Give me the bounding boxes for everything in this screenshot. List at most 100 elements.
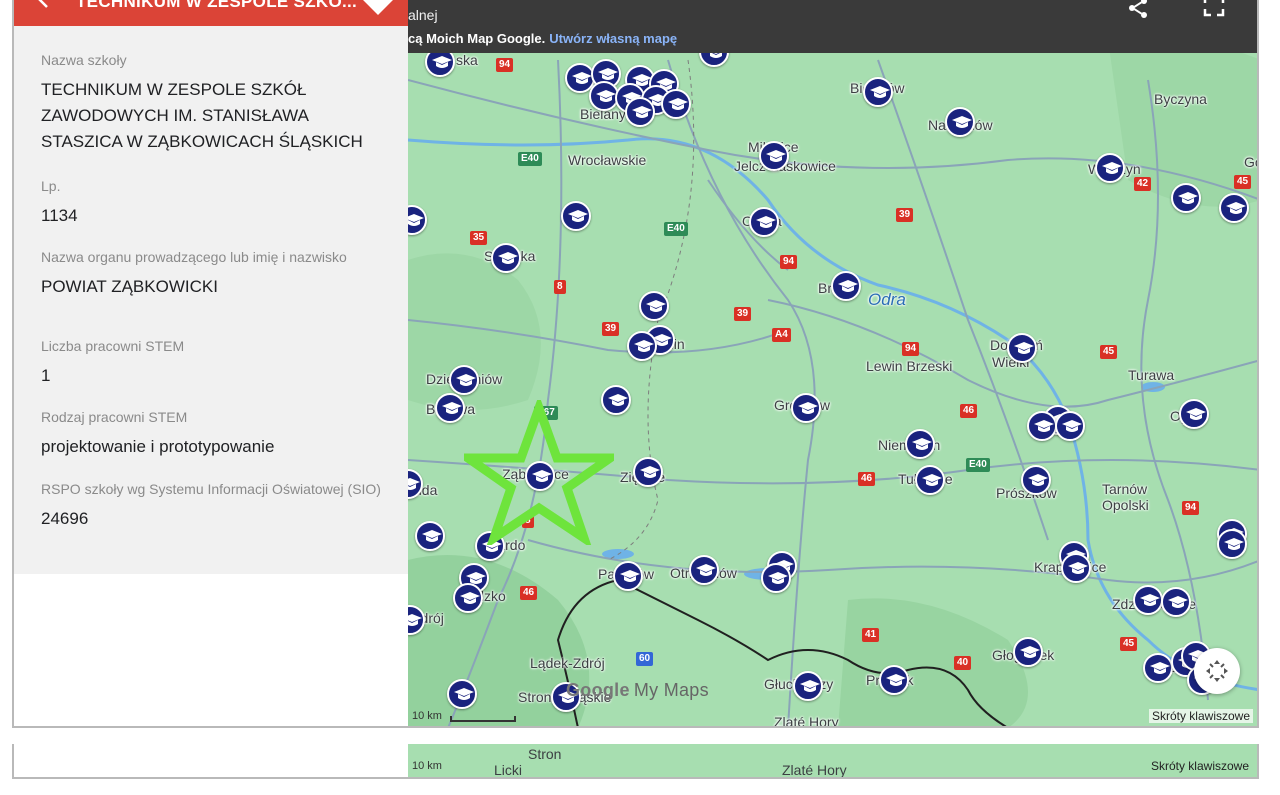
school-marker[interactable] [1219,193,1249,223]
google-my-maps-logo: Google My Maps [566,680,709,701]
place-label: Opolski [1102,497,1149,513]
map-base-layer [408,37,1257,726]
place-label: Turawa [1128,367,1175,383]
place-label: Wrocławskie [568,152,647,168]
school-marker[interactable] [793,671,823,701]
ghost-panel-strip [14,744,408,777]
school-marker[interactable] [1061,553,1091,583]
school-marker[interactable] [661,89,691,119]
graduation-cap-icon [952,116,972,128]
expand-arrows-icon [1206,660,1228,682]
graduation-cap-icon [432,56,452,68]
road-shield: 94 [496,58,514,72]
school-marker[interactable] [1027,411,1057,441]
road-shield: 35 [470,231,488,245]
map-top-bar: alnej cą Moich Map Google. Utwórz własną … [408,0,1257,53]
my-maps-promo: cą Moich Map Google. Utwórz własną mapę [408,31,677,46]
graduation-cap-icon [454,688,474,700]
graduation-cap-icon [1186,408,1206,420]
school-marker[interactable] [633,457,663,487]
school-marker[interactable] [689,555,719,585]
school-marker[interactable] [625,97,655,127]
share-icon[interactable] [1126,0,1150,20]
school-marker[interactable] [453,583,483,613]
school-marker[interactable] [831,271,861,301]
road-shield: 39 [734,307,752,321]
school-marker[interactable] [1161,587,1191,617]
school-marker[interactable] [1021,465,1051,495]
field-value: POWIAT ZĄBKOWICKI [41,277,218,296]
road-shield: 60 [636,652,654,666]
map-subtitle: alnej [408,7,438,23]
details-panel: TECHNIKUM W ZESPOLE SZKÓ... Nazwa szkoły… [14,0,408,726]
graduation-cap-icon [1226,202,1246,214]
school-marker[interactable] [1095,153,1125,183]
promo-text: cą Moich Map Google. [408,31,546,46]
school-marker[interactable] [915,465,945,495]
graduation-cap-icon [1224,538,1244,550]
panel-title: TECHNIKUM W ZESPOLE SZKÓ... [76,0,358,11]
panel-body: Nazwa szkoły TECHNIKUM W ZESPOLE SZKÓŁ Z… [14,26,408,574]
school-marker[interactable] [749,207,779,237]
school-marker[interactable] [491,243,521,273]
school-marker[interactable] [1013,637,1043,667]
graduation-cap-icon [1028,474,1048,486]
road-shield: 42 [1134,177,1152,191]
school-marker[interactable] [1143,653,1173,683]
keyboard-shortcuts-link[interactable]: Skróty klawiszowe [1148,709,1253,723]
graduation-cap-icon [408,478,420,490]
school-marker[interactable] [1179,399,1209,429]
recenter-button[interactable] [1194,648,1240,694]
field-value: projektowanie i prototypowanie [41,437,275,456]
graduation-cap-icon [1150,662,1170,674]
school-marker[interactable] [1171,183,1201,213]
my-maps-wordmark: My Maps [633,680,709,700]
field-school-name: Nazwa szkoły TECHNIKUM W ZESPOLE SZKÓŁ Z… [41,52,381,155]
school-marker[interactable] [791,393,821,423]
road-shield: 40 [954,656,972,670]
graduation-cap-icon [572,72,592,84]
school-marker[interactable] [639,291,669,321]
school-marker[interactable] [863,77,893,107]
place-label: Tarnów [1102,481,1148,497]
field-label: Nazwa organu prowadzącego lub imię i naz… [41,249,347,265]
school-marker[interactable] [945,107,975,137]
create-map-link[interactable]: Utwórz własną mapę [549,31,677,46]
road-shield: 45 [1120,637,1138,651]
highlight-star-icon [464,400,614,545]
school-marker[interactable] [1007,333,1037,363]
school-marker[interactable] [435,393,465,423]
place-label: Go [1244,154,1257,170]
school-marker[interactable] [879,665,909,695]
school-marker[interactable] [1133,585,1163,615]
graduation-cap-icon [596,90,616,102]
field-value: TECHNIKUM W ZESPOLE SZKÓŁ ZAWODOWYCH IM.… [41,80,363,151]
school-marker[interactable] [761,563,791,593]
field-stem-count: Liczba pracowni STEM 1 [41,338,381,389]
school-marker[interactable] [449,365,479,395]
fullscreen-icon[interactable] [1202,0,1226,18]
duplicate-frame-fragment: 10 km Skróty klawiszowe Stron Zlaté Hory L… [12,744,1259,779]
school-marker[interactable] [447,679,477,709]
road-shield: 45 [1100,345,1118,359]
school-marker[interactable] [415,521,445,551]
feature-style-icon[interactable] [361,0,395,15]
school-marker[interactable] [627,331,657,361]
field-label: Nazwa szkoły [41,52,127,68]
back-arrow-icon[interactable] [34,0,54,10]
school-marker[interactable] [759,141,789,171]
map-canvas[interactable]: skaBielanyWrocławskieMiłociceJelcz-Lasko… [408,0,1257,726]
graduation-cap-icon [1068,562,1088,574]
school-marker[interactable] [561,201,591,231]
graduation-cap-icon [1020,646,1040,658]
graduation-cap-icon [1102,162,1122,174]
graduation-cap-icon [1178,192,1198,204]
school-marker[interactable] [1055,411,1085,441]
road-shield: E40 [966,458,990,472]
school-marker[interactable] [613,561,643,591]
field-label: Liczba pracowni STEM [41,338,185,354]
graduation-cap-icon [912,438,932,450]
field-value: 1 [41,366,51,385]
school-marker[interactable] [1217,529,1247,559]
school-marker[interactable] [905,429,935,459]
